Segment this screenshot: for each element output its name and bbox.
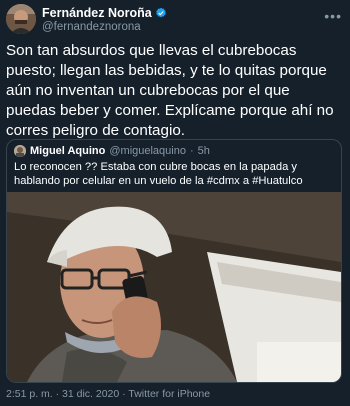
quoted-separator: · bbox=[189, 145, 194, 157]
tweet-meta[interactable]: 2:51 p. m. · 31 dic. 2020 · Twitter for … bbox=[6, 388, 210, 400]
quoted-tweet-header: Miguel Aquino @miguelaquino · 5h bbox=[14, 145, 210, 157]
tweet-header: Fernández Noroña @fernandeznorona ••• bbox=[6, 4, 344, 36]
quoted-author-avatar bbox=[14, 145, 26, 157]
author-avatar[interactable] bbox=[6, 4, 36, 34]
quoted-tweet-text: Lo reconocen ?? Estaba con cubre bocas e… bbox=[14, 161, 303, 187]
quoted-photo[interactable] bbox=[7, 192, 341, 382]
author-handle[interactable]: @fernandeznorona bbox=[42, 20, 167, 34]
verified-badge-icon bbox=[156, 7, 166, 18]
quoted-author-handle: @miguelaquino bbox=[109, 145, 186, 157]
quoted-tweet[interactable]: Miguel Aquino @miguelaquino · 5h Lo reco… bbox=[6, 139, 342, 383]
ellipsis-icon[interactable]: ••• bbox=[324, 8, 342, 24]
author-name-row[interactable]: Fernández Noroña bbox=[42, 6, 167, 20]
quoted-author-name: Miguel Aquino bbox=[30, 145, 106, 157]
quoted-time: 5h bbox=[197, 145, 210, 157]
tweet-text: Son tan absurdos que llevas el cubreboca… bbox=[6, 42, 334, 139]
author-display-name[interactable]: Fernández Noroña bbox=[42, 6, 152, 20]
